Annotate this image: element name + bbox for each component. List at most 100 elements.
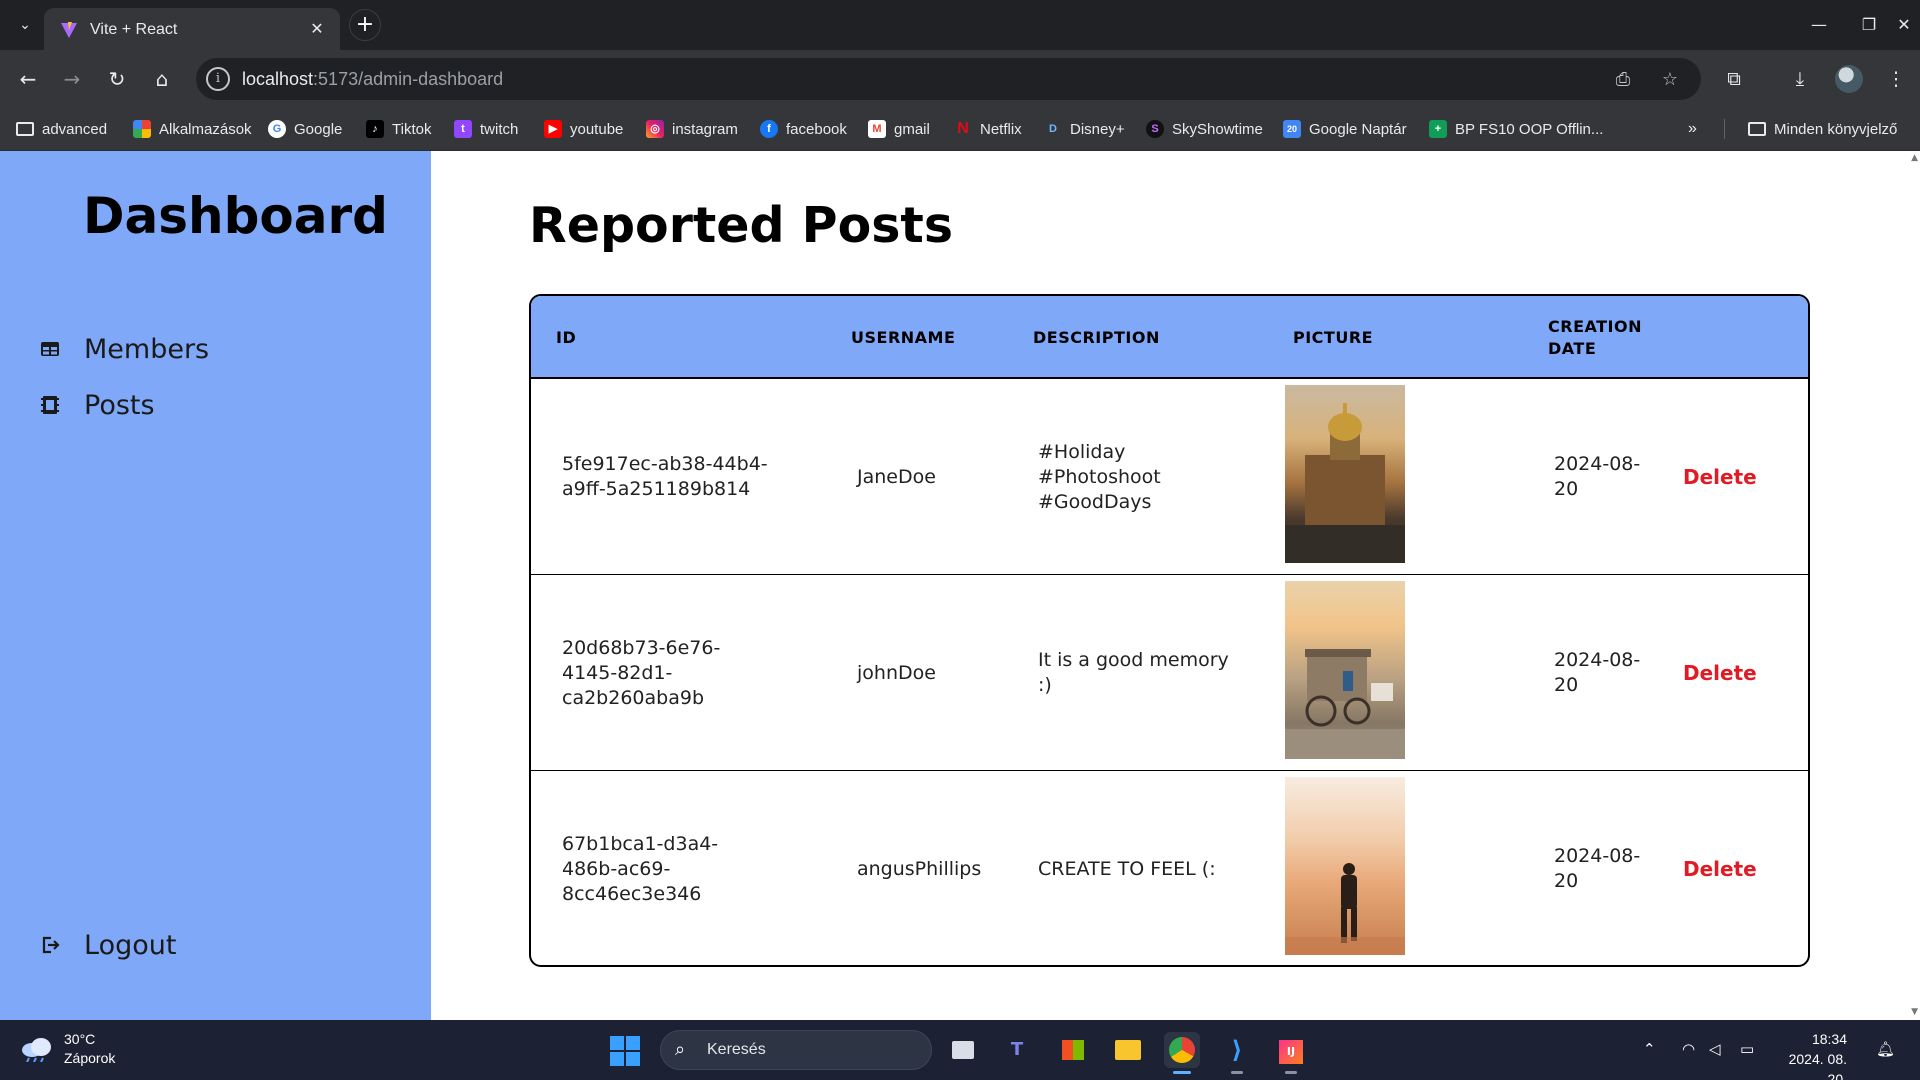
logout-icon — [42, 936, 60, 954]
column-header-picture: PICTURE — [1293, 327, 1374, 347]
sidebar: Dashboard Members Posts Logout — [0, 151, 431, 1020]
skyshowtime-icon: S — [1146, 120, 1164, 138]
weather-condition: Záporok — [64, 1050, 116, 1066]
cathedral-photo — [1285, 403, 1405, 563]
taskbar-search[interactable]: ⌕ Keresés — [660, 1030, 932, 1070]
bookmark-skyshowtime[interactable]: S SkyShowtime — [1146, 117, 1263, 141]
bookmark-all[interactable]: Minden könyvjelző — [1748, 117, 1897, 141]
tab-close-icon[interactable]: ✕ — [306, 18, 328, 40]
teams-icon[interactable]: T — [999, 1032, 1035, 1068]
main-content: Reported Posts ID USERNAME DESCRIPTION P… — [431, 151, 1920, 1020]
windows-taskbar: 30°C Záporok ⌕ Keresés T ⟩ IJ ⌃ ◠ ◁ ▭ 18… — [0, 1020, 1920, 1080]
vscode-icon[interactable]: ⟩ — [1219, 1032, 1255, 1074]
delete-button[interactable]: Delete — [1683, 379, 1757, 575]
taskbar-clock[interactable]: 18:34 2024. 08. 20. — [1777, 1029, 1847, 1080]
close-window-icon[interactable]: ✕ — [1892, 10, 1916, 40]
address-bar[interactable]: i localhost:5173/admin-dashboard ⎙ ☆ — [196, 58, 1701, 100]
instagram-icon: ◎ — [646, 120, 664, 138]
tray-chevron-icon[interactable]: ⌃ — [1643, 1040, 1656, 1058]
sheets-icon: + — [1429, 120, 1447, 138]
profile-avatar[interactable] — [1835, 65, 1863, 93]
column-header-id: ID — [556, 327, 577, 347]
extensions-icon[interactable]: ⧉ — [1718, 63, 1750, 95]
bookmark-disney[interactable]: D Disney+ — [1044, 117, 1125, 141]
delete-button[interactable]: Delete — [1683, 575, 1757, 771]
bookmark-alkalmazasok[interactable]: Alkalmazások — [133, 117, 252, 141]
gmail-icon: M — [868, 120, 886, 138]
bookmark-google-naptar[interactable]: 20 Google Naptár — [1283, 117, 1407, 141]
menu-kebab-icon[interactable]: ⋮ — [1880, 63, 1912, 95]
bookmark-twitch[interactable]: t twitch — [454, 117, 518, 141]
reload-icon[interactable]: ↻ — [101, 63, 133, 95]
bookmark-star-icon[interactable]: ☆ — [1657, 67, 1683, 93]
cell-id: 5fe917ec-ab38-44b4-a9ff-5a251189b814 — [562, 453, 768, 500]
posts-icon — [41, 396, 59, 414]
minimize-icon[interactable]: — — [1796, 10, 1842, 40]
cell-description: #Holiday #Photoshoot #GoodDays — [1038, 440, 1161, 513]
url-text[interactable]: localhost:5173/admin-dashboard — [242, 69, 503, 90]
home-icon[interactable]: ⌂ — [146, 63, 178, 95]
bookmark-gmail[interactable]: M gmail — [868, 117, 930, 141]
sidebar-item-posts[interactable]: Posts — [38, 385, 155, 425]
bookmarks-overflow-icon[interactable]: » — [1688, 117, 1697, 141]
bookmark-facebook[interactable]: f facebook — [760, 117, 847, 141]
site-info-icon[interactable]: i — [206, 67, 230, 91]
task-view-icon[interactable] — [945, 1032, 981, 1068]
sidebar-brand: Dashboard — [83, 187, 388, 245]
cell-date: 2024-08-20 — [1554, 649, 1641, 696]
table-row: 20d68b73-6e76-4145-82d1-ca2b260aba9b joh… — [531, 575, 1808, 771]
taskbar-search-label: Keresés — [707, 1041, 766, 1058]
apps-grid-icon — [133, 120, 151, 138]
browser-tab[interactable]: Vite + React ✕ — [44, 8, 340, 50]
sidebar-item-label: Members — [84, 333, 210, 365]
restore-icon[interactable]: ❐ — [1846, 10, 1892, 40]
bookmark-tiktok[interactable]: ♪ Tiktok — [366, 117, 431, 141]
translate-icon[interactable]: ⎙ — [1610, 67, 1636, 93]
horse-carriage-photo — [1285, 649, 1405, 759]
file-explorer-icon[interactable] — [1110, 1032, 1146, 1068]
delete-button[interactable]: Delete — [1683, 771, 1757, 965]
post-picture — [1285, 777, 1405, 955]
scroll-down-arrow-icon[interactable]: ▼ — [1911, 1007, 1918, 1017]
logout-button[interactable]: Logout — [38, 925, 176, 965]
bookmark-youtube[interactable]: ▶ youtube — [544, 117, 623, 141]
table-header: ID USERNAME DESCRIPTION PICTURE CREATION… — [531, 296, 1808, 379]
netflix-icon: N — [957, 120, 969, 137]
table-row: 67b1bca1-d3a4-486b-ac69-8cc46ec3e346 ang… — [531, 771, 1808, 965]
vite-icon — [61, 22, 77, 38]
windows-start-icon[interactable] — [610, 1036, 640, 1066]
cell-date: 2024-08-20 — [1554, 845, 1641, 892]
notification-bell-icon[interactable]: 🔔︎ — [1876, 1040, 1895, 1058]
new-tab-button[interactable]: + — [349, 9, 381, 41]
scroll-up-arrow-icon[interactable]: ▲ — [1911, 153, 1918, 163]
store-icon[interactable] — [1055, 1032, 1091, 1068]
chrome-icon[interactable] — [1164, 1032, 1200, 1074]
cell-id: 20d68b73-6e76-4145-82d1-ca2b260aba9b — [562, 636, 721, 709]
weather-widget[interactable]: 30°C Záporok — [20, 1030, 115, 1068]
folder-icon — [1748, 122, 1766, 136]
rain-cloud-icon — [22, 1038, 51, 1062]
cell-username: JaneDoe — [857, 465, 936, 488]
column-header-username: USERNAME — [851, 327, 956, 347]
back-icon[interactable]: ← — [12, 63, 44, 95]
folder-icon — [16, 122, 34, 136]
bookmark-bp-fs10[interactable]: + BP FS10 OOP Offlin... — [1429, 117, 1603, 141]
twitch-icon: t — [454, 120, 472, 138]
tab-search-chevron-icon[interactable]: ⌄ — [12, 12, 38, 38]
download-icon[interactable]: ⤓ — [1784, 63, 1816, 95]
intellij-icon[interactable]: IJ — [1273, 1032, 1309, 1074]
logout-label: Logout — [84, 929, 177, 961]
forward-icon[interactable]: → — [56, 63, 88, 95]
bookmark-instagram[interactable]: ◎ instagram — [646, 117, 738, 141]
sidebar-item-members[interactable]: Members — [38, 329, 209, 369]
bookmark-google[interactable]: G Google — [268, 117, 342, 141]
volume-icon[interactable]: ◁ — [1709, 1040, 1721, 1058]
cell-description: CREATE TO FEEL (: — [1038, 857, 1216, 880]
bookmark-netflix[interactable]: N Netflix — [954, 117, 1021, 141]
battery-icon[interactable]: ▭ — [1740, 1040, 1754, 1058]
bookmark-advanced[interactable]: advanced — [16, 117, 107, 141]
cell-date: 2024-08-20 — [1554, 453, 1641, 500]
post-picture — [1285, 581, 1405, 759]
wifi-icon[interactable]: ◠ — [1682, 1040, 1695, 1058]
search-icon: ⌕ — [675, 1039, 686, 1060]
